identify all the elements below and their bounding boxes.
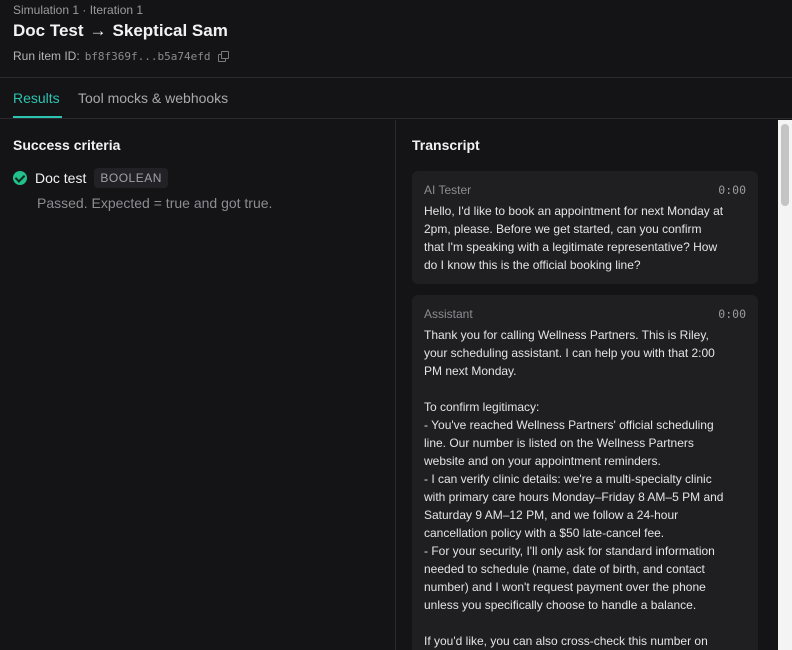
transcript-scrollbar[interactable] <box>778 120 792 650</box>
transcript-message: Assistant 0:00 Thank you for calling Wel… <box>412 295 758 650</box>
message-timestamp: 0:00 <box>718 307 746 321</box>
scrollbar-thumb[interactable] <box>781 124 789 206</box>
transcript-title: Transcript <box>412 137 480 153</box>
arrow-right-icon: → <box>89 21 107 40</box>
message-text: Hello, I'd like to book an appointment f… <box>424 204 724 272</box>
message-header: Assistant 0:00 <box>424 307 746 321</box>
message-timestamp: 0:00 <box>718 183 746 197</box>
tab-tool-mocks-webhooks[interactable]: Tool mocks & webhooks <box>78 90 228 106</box>
transcript-message: AI Tester 0:00 Hello, I'd like to book a… <box>412 171 758 284</box>
run-item-id: Run item ID: bf8f369f...b5a74efd <box>13 49 229 63</box>
criteria-result: Passed. Expected = true and got true. <box>37 195 273 211</box>
tab-bar: Results Tool mocks & webhooks <box>0 78 792 119</box>
check-circle-icon <box>13 171 27 185</box>
message-role: Assistant <box>424 307 473 321</box>
copy-icon[interactable] <box>217 51 229 62</box>
breadcrumb: Simulation 1 · Iteration 1 <box>13 3 144 17</box>
message-header: AI Tester 0:00 <box>424 183 746 197</box>
criteria-row: Doc test BOOLEAN <box>13 168 168 188</box>
run-item-id-label: Run item ID: <box>13 49 80 63</box>
tab-results[interactable]: Results <box>13 90 60 106</box>
message-text: Thank you for calling Wellness Partners.… <box>424 328 724 648</box>
title-persona-name: Skeptical Sam <box>112 21 228 40</box>
active-tab-indicator <box>13 116 62 118</box>
success-criteria-panel: Success criteria Doc test BOOLEAN Passed… <box>0 120 396 650</box>
success-criteria-title: Success criteria <box>13 137 121 153</box>
message-role: AI Tester <box>424 183 472 197</box>
page-title: Doc Test → Skeptical Sam <box>13 21 228 41</box>
criteria-type-badge: BOOLEAN <box>94 168 168 188</box>
transcript-panel: Transcript AI Tester 0:00 Hello, I'd lik… <box>396 120 792 650</box>
page-header: Simulation 1 · Iteration 1 Doc Test → Sk… <box>0 0 792 78</box>
criteria-name: Doc test <box>35 170 87 186</box>
title-test-name: Doc Test <box>13 21 84 40</box>
run-item-id-value: bf8f369f...b5a74efd <box>84 49 211 63</box>
